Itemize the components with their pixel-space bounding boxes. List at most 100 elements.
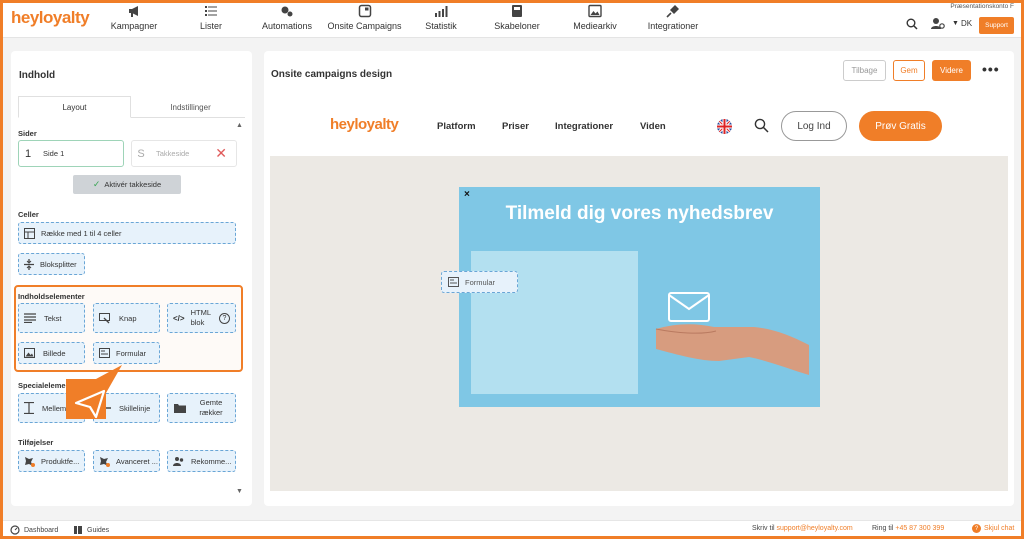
site-nav-integrationer: Integrationer xyxy=(555,121,614,132)
support-phone-link[interactable]: +45 87 300 399 xyxy=(895,525,944,532)
content-panel: Indhold Layout Indstillinger ▲ ▼ Sider 1… xyxy=(11,51,252,506)
search-icon[interactable] xyxy=(906,18,918,32)
tab-layout[interactable]: Layout xyxy=(18,96,131,118)
contact-email: Skriv til support@heyloyalty.com xyxy=(752,525,853,532)
addon-advanced[interactable]: Avanceret ... xyxy=(93,450,160,472)
bottom-bar: Dashboard Guides Skriv til support@heylo… xyxy=(0,520,1024,539)
section-heading-tilfoejelser: Tilføjelser xyxy=(18,438,54,447)
element-form[interactable]: Formular xyxy=(93,342,160,364)
page-label: Side 1 xyxy=(43,149,65,158)
nav-skabeloner[interactable]: Skabeloner xyxy=(491,4,543,31)
nav-label: Statistik xyxy=(425,21,457,31)
nav-mediearkiv[interactable]: Mediearkiv xyxy=(570,4,620,31)
delete-icon[interactable]: ✕ xyxy=(215,146,227,160)
element-blocksplitter[interactable]: Bloksplitter xyxy=(18,253,85,275)
design-title: Onsite campaigns design xyxy=(271,69,393,80)
nav-label: Skabeloner xyxy=(494,21,540,31)
site-try-free-button: Prøv Gratis xyxy=(859,111,942,141)
element-saved-rows[interactable]: Gemte rækker xyxy=(167,393,236,423)
hide-chat-button[interactable]: ? Skjul chat xyxy=(972,524,1014,533)
account-name[interactable]: Præsentationskonto F xyxy=(950,3,1014,10)
uk-flag-icon xyxy=(717,119,732,134)
nav-label: Onsite Campaigns xyxy=(327,21,402,31)
form-icon xyxy=(448,277,459,287)
nav-lister[interactable]: Lister xyxy=(188,4,234,31)
addon-rss-icon xyxy=(100,456,110,467)
megaphone-icon xyxy=(129,6,138,17)
users-group-icon xyxy=(173,456,184,466)
addon-recommendations[interactable]: Rekomme... xyxy=(167,450,236,472)
language-selector[interactable]: ▼ DK xyxy=(952,19,972,28)
element-button[interactable]: Knap xyxy=(93,303,160,333)
nav-onsite-campaigns[interactable]: Onsite Campaigns xyxy=(327,4,402,31)
popup-close-icon[interactable]: × xyxy=(464,189,470,200)
nav-kampagner[interactable]: Kampagner xyxy=(111,4,157,31)
code-icon: </> xyxy=(173,313,185,323)
page-item-side-1[interactable]: 1 Side 1 xyxy=(18,140,124,167)
form-icon xyxy=(99,348,110,358)
automation-icon xyxy=(281,6,293,17)
site-search-icon xyxy=(754,118,769,133)
support-button[interactable]: Support xyxy=(979,17,1014,34)
page-item-takkeside[interactable]: S Takkeside ✕ xyxy=(131,140,237,167)
element-label: Tekst xyxy=(44,313,62,323)
more-options-icon[interactable]: ••• xyxy=(982,61,1000,77)
dragging-form-element[interactable]: Formular xyxy=(441,271,518,293)
language-label: DK xyxy=(960,19,973,28)
button-label: Aktivér takkeside xyxy=(104,180,162,189)
panel-title: Indhold xyxy=(19,70,56,81)
site-nav-platform: Platform xyxy=(437,121,476,132)
element-html-block[interactable]: </> HTML blok ? xyxy=(167,303,236,333)
save-button[interactable]: Gem xyxy=(893,60,925,81)
addon-product-feed[interactable]: Produktfe... xyxy=(18,450,85,472)
guides-link[interactable]: Guides xyxy=(73,525,109,535)
design-panel: Onsite campaigns design Tilbage Gem Vide… xyxy=(264,51,1014,506)
scroll-up-arrow-icon[interactable]: ▲ xyxy=(236,122,243,129)
scroll-down-arrow-icon[interactable]: ▼ xyxy=(236,488,243,495)
page-label: Takkeside xyxy=(156,149,190,158)
section-heading-indholdselementer: Indholdselementer xyxy=(18,292,85,301)
nav-automations[interactable]: Automations xyxy=(260,4,314,31)
nav-integrationer[interactable]: Integrationer xyxy=(646,4,700,31)
page-number: 1 xyxy=(24,147,32,160)
newsletter-popup[interactable]: × Tilmeld dig vores nyhedsbrev xyxy=(459,187,820,407)
site-logo: heyloyalty xyxy=(330,116,399,133)
nav-label: Mediearkiv xyxy=(573,21,617,31)
call-label: Ring til xyxy=(872,525,894,532)
back-button[interactable]: Tilbage xyxy=(843,60,886,81)
user-settings-icon[interactable] xyxy=(931,17,945,32)
site-nav-priser: Priser xyxy=(502,121,529,132)
page-number: S xyxy=(137,147,145,160)
element-label: Produktfe... xyxy=(41,456,80,466)
element-image[interactable]: Billede xyxy=(18,342,85,364)
app-logo[interactable]: heyloyalty xyxy=(11,8,90,28)
button-click-icon xyxy=(99,312,110,323)
element-text[interactable]: Tekst xyxy=(18,303,85,333)
spacer-icon xyxy=(24,402,34,414)
pointer-callout-icon xyxy=(66,365,122,419)
help-icon[interactable]: ? xyxy=(219,313,230,324)
element-label: Række med 1 til 4 celler xyxy=(41,228,122,238)
next-button[interactable]: Videre xyxy=(932,60,971,81)
preview-site-header: heyloyalty Platform Priser Integrationer… xyxy=(270,101,1008,156)
element-row[interactable]: Række med 1 til 4 celler xyxy=(18,222,236,244)
split-icon xyxy=(24,258,34,270)
guides-icon xyxy=(74,526,82,534)
write-label: Skriv til xyxy=(752,525,775,532)
nav-statistik[interactable]: Statistik xyxy=(421,4,461,31)
element-label: Billede xyxy=(43,348,66,358)
preview-canvas: heyloyalty Platform Priser Integrationer… xyxy=(270,101,1008,491)
tab-indstillinger[interactable]: Indstillinger xyxy=(136,96,245,118)
nav-label: Kampagner xyxy=(110,21,158,31)
nav-label: Lister xyxy=(199,21,222,31)
activate-thankyou-button[interactable]: ✓ Aktivér takkeside xyxy=(73,175,181,194)
nav-label: Automations xyxy=(261,21,313,31)
support-email-link[interactable]: support@heyloyalty.com xyxy=(777,525,853,532)
element-label: Gemte rækker xyxy=(199,398,223,417)
folder-icon xyxy=(174,404,186,413)
popup-title[interactable]: Tilmeld dig vores nyhedsbrev xyxy=(459,203,820,225)
top-navigation: heyloyalty Kampagner Lister Automations … xyxy=(0,0,1024,38)
chat-help-icon: ? xyxy=(972,524,981,533)
dashboard-link[interactable]: Dashboard xyxy=(10,525,58,535)
caret-down-icon: ▼ xyxy=(952,20,959,27)
